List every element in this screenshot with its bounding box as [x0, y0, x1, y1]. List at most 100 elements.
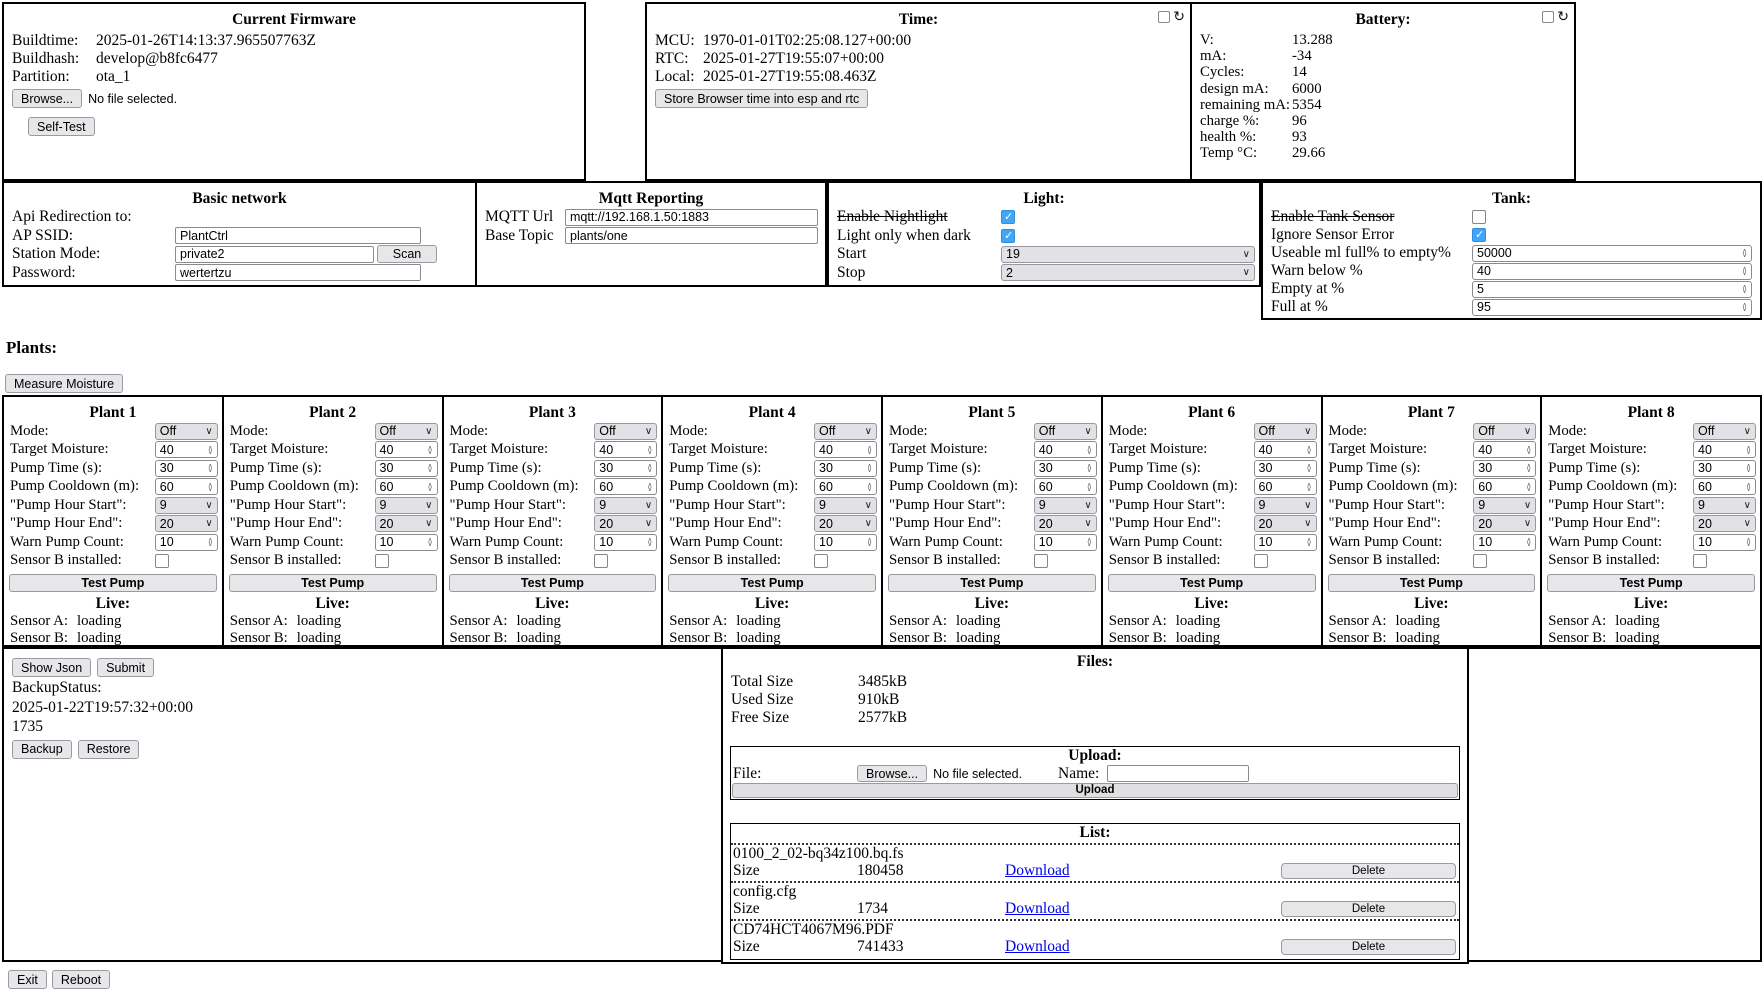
plant-sensor-b-checkbox[interactable]	[1693, 554, 1707, 568]
plant-pump-cooldown-input[interactable]: 60∧∨	[1693, 478, 1756, 495]
spinner-icon[interactable]: ∧∨	[424, 538, 437, 546]
spinner-icon[interactable]: ∧∨	[424, 483, 437, 491]
spinner-icon[interactable]: ∧∨	[1083, 483, 1096, 491]
plant-warn-pump-count-input[interactable]: 10∧∨	[1693, 534, 1756, 551]
enable-tank-sensor-checkbox[interactable]	[1472, 210, 1486, 224]
download-link[interactable]: Download	[1005, 862, 1070, 879]
spinner-icon[interactable]: ∧∨	[643, 538, 656, 546]
test-pump-button[interactable]: Test Pump	[668, 574, 876, 592]
measure-moisture-button[interactable]: Measure Moisture	[5, 374, 123, 393]
upload-browse-button[interactable]: Browse...	[857, 765, 927, 782]
plant-mode-select[interactable]: Off∨	[1473, 423, 1536, 440]
plant-sensor-b-checkbox[interactable]	[1473, 554, 1487, 568]
battery-auto-refresh-checkbox[interactable]	[1542, 11, 1554, 23]
plant-pump-cooldown-input[interactable]: 60∧∨	[375, 478, 438, 495]
plant-pump-time-input[interactable]: 30∧∨	[594, 460, 657, 477]
upload-button[interactable]: Upload	[732, 783, 1458, 798]
plant-sensor-b-checkbox[interactable]	[594, 554, 608, 568]
plant-warn-pump-count-input[interactable]: 10∧∨	[375, 534, 438, 551]
plant-pump-hour-end-select[interactable]: 20∨	[1254, 515, 1317, 532]
firmware-browse-button[interactable]: Browse...	[12, 89, 82, 108]
spinner-icon[interactable]: ∧∨	[1522, 446, 1535, 454]
useable-ml-input[interactable]: 50000∧∨	[1472, 245, 1752, 262]
plant-mode-select[interactable]: Off∨	[594, 423, 657, 440]
self-test-button[interactable]: Self-Test	[28, 117, 95, 136]
plant-sensor-b-checkbox[interactable]	[155, 554, 169, 568]
plant-pump-cooldown-input[interactable]: 60∧∨	[155, 478, 218, 495]
light-start-select[interactable]: 19∨	[1001, 246, 1255, 263]
spinner-icon[interactable]: ∧∨	[204, 464, 217, 472]
spinner-icon[interactable]: ∧∨	[1742, 464, 1755, 472]
spinner-icon[interactable]: ∧∨	[1303, 483, 1316, 491]
plant-pump-cooldown-input[interactable]: 60∧∨	[594, 478, 657, 495]
spinner-icon[interactable]: ∧∨	[863, 464, 876, 472]
reboot-button[interactable]: Reboot	[52, 970, 110, 989]
plant-sensor-b-checkbox[interactable]	[375, 554, 389, 568]
spinner-icon[interactable]: ∧∨	[1738, 285, 1751, 293]
plant-mode-select[interactable]: Off∨	[1254, 423, 1317, 440]
test-pump-button[interactable]: Test Pump	[1328, 574, 1536, 592]
store-browser-time-button[interactable]: Store Browser time into esp and rtc	[655, 89, 868, 108]
plant-warn-pump-count-input[interactable]: 10∧∨	[1034, 534, 1097, 551]
plant-warn-pump-count-input[interactable]: 10∧∨	[1254, 534, 1317, 551]
spinner-icon[interactable]: ∧∨	[204, 538, 217, 546]
plant-target-moisture-input[interactable]: 40∧∨	[814, 441, 877, 458]
password-input[interactable]	[175, 264, 421, 281]
delete-button[interactable]: Delete	[1281, 863, 1456, 879]
full-at-input[interactable]: 95∧∨	[1472, 299, 1752, 316]
plant-pump-time-input[interactable]: 30∧∨	[375, 460, 438, 477]
spinner-icon[interactable]: ∧∨	[1303, 446, 1316, 454]
plant-pump-cooldown-input[interactable]: 60∧∨	[1473, 478, 1536, 495]
spinner-icon[interactable]: ∧∨	[1522, 464, 1535, 472]
plant-pump-time-input[interactable]: 30∧∨	[1473, 460, 1536, 477]
spinner-icon[interactable]: ∧∨	[204, 483, 217, 491]
plant-pump-cooldown-input[interactable]: 60∧∨	[1254, 478, 1317, 495]
plant-warn-pump-count-input[interactable]: 10∧∨	[814, 534, 877, 551]
plant-mode-select[interactable]: Off∨	[1693, 423, 1756, 440]
spinner-icon[interactable]: ∧∨	[204, 446, 217, 454]
spinner-icon[interactable]: ∧∨	[1083, 464, 1096, 472]
refresh-icon[interactable]: ↻	[1557, 11, 1569, 23]
enable-nightlight-checkbox[interactable]	[1001, 210, 1015, 224]
show-json-button[interactable]: Show Json	[12, 658, 91, 677]
plant-warn-pump-count-input[interactable]: 10∧∨	[155, 534, 218, 551]
scan-button[interactable]: Scan	[377, 245, 437, 263]
delete-button[interactable]: Delete	[1281, 901, 1456, 917]
plant-target-moisture-input[interactable]: 40∧∨	[1254, 441, 1317, 458]
plant-mode-select[interactable]: Off∨	[155, 423, 218, 440]
plant-pump-hour-start-select[interactable]: 9∨	[814, 497, 877, 514]
ignore-sensor-error-checkbox[interactable]	[1472, 228, 1486, 242]
plant-target-moisture-input[interactable]: 40∧∨	[1693, 441, 1756, 458]
spinner-icon[interactable]: ∧∨	[863, 538, 876, 546]
backup-button[interactable]: Backup	[12, 740, 72, 759]
plant-pump-hour-end-select[interactable]: 20∨	[1034, 515, 1097, 532]
restore-button[interactable]: Restore	[78, 740, 140, 759]
test-pump-button[interactable]: Test Pump	[1547, 574, 1755, 592]
plant-pump-time-input[interactable]: 30∧∨	[1034, 460, 1097, 477]
plant-mode-select[interactable]: Off∨	[1034, 423, 1097, 440]
plant-pump-time-input[interactable]: 30∧∨	[814, 460, 877, 477]
spinner-icon[interactable]: ∧∨	[643, 446, 656, 454]
plant-pump-cooldown-input[interactable]: 60∧∨	[814, 478, 877, 495]
spinner-icon[interactable]: ∧∨	[1303, 538, 1316, 546]
plant-pump-hour-start-select[interactable]: 9∨	[1693, 497, 1756, 514]
plant-pump-time-input[interactable]: 30∧∨	[155, 460, 218, 477]
spinner-icon[interactable]: ∧∨	[1083, 446, 1096, 454]
plant-mode-select[interactable]: Off∨	[814, 423, 877, 440]
spinner-icon[interactable]: ∧∨	[1738, 303, 1751, 311]
spinner-icon[interactable]: ∧∨	[643, 483, 656, 491]
spinner-icon[interactable]: ∧∨	[1742, 538, 1755, 546]
plant-pump-cooldown-input[interactable]: 60∧∨	[1034, 478, 1097, 495]
test-pump-button[interactable]: Test Pump	[9, 574, 217, 592]
plant-sensor-b-checkbox[interactable]	[1254, 554, 1268, 568]
delete-button[interactable]: Delete	[1281, 939, 1456, 955]
upload-name-input[interactable]	[1107, 765, 1249, 782]
spinner-icon[interactable]: ∧∨	[1522, 483, 1535, 491]
plant-pump-hour-end-select[interactable]: 20∨	[375, 515, 438, 532]
spinner-icon[interactable]: ∧∨	[1738, 267, 1751, 275]
spinner-icon[interactable]: ∧∨	[1522, 538, 1535, 546]
spinner-icon[interactable]: ∧∨	[863, 446, 876, 454]
light-only-dark-checkbox[interactable]	[1001, 229, 1015, 243]
plant-pump-hour-start-select[interactable]: 9∨	[1254, 497, 1317, 514]
download-link[interactable]: Download	[1005, 900, 1070, 917]
